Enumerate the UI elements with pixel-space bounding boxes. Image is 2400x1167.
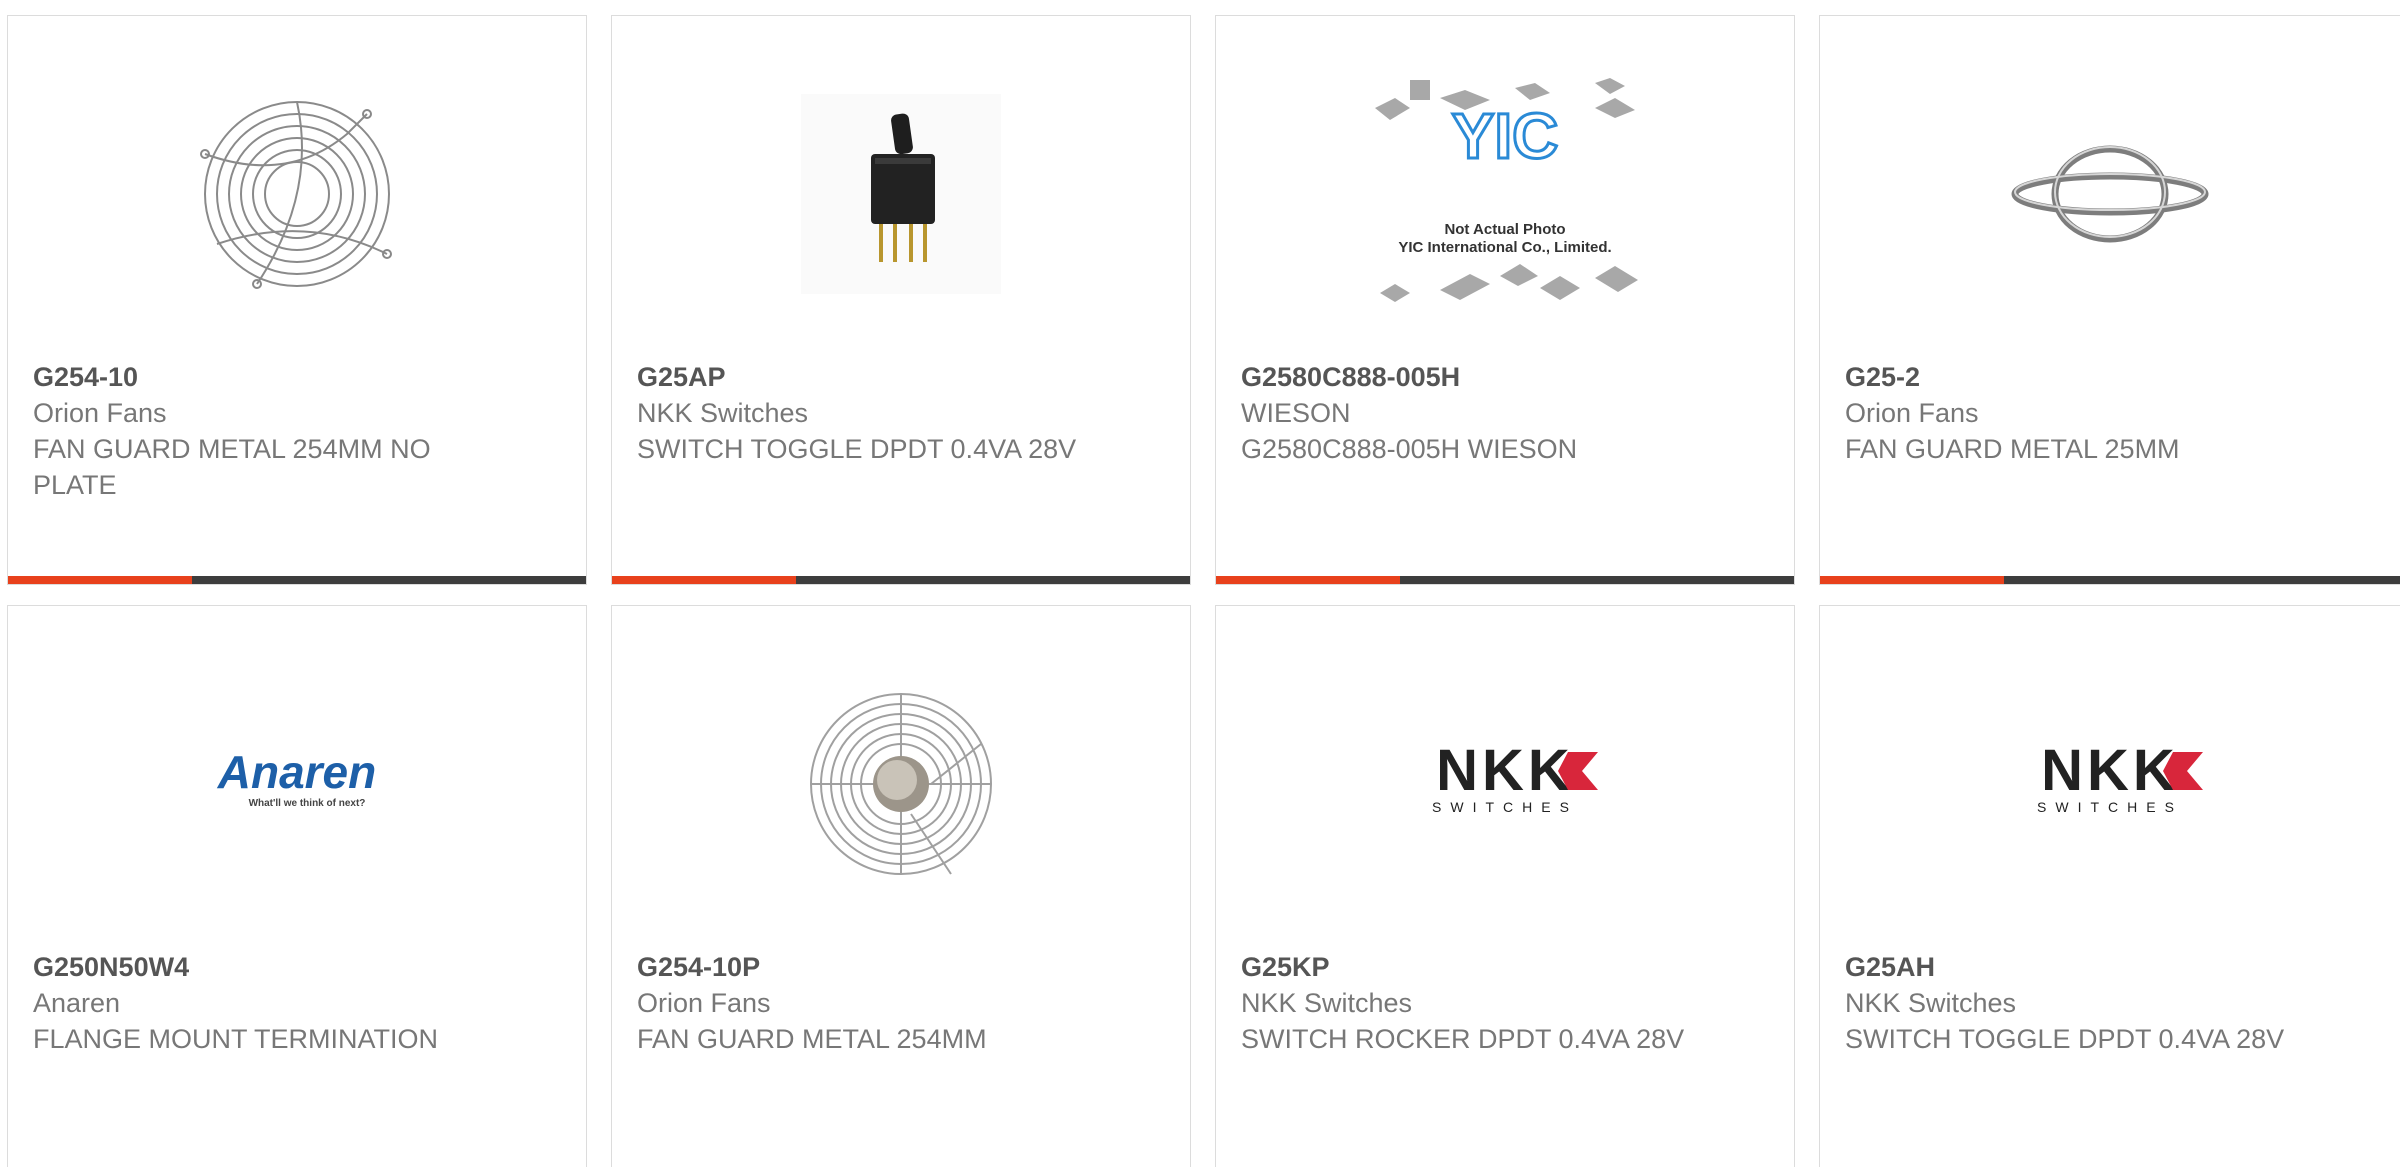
product-card[interactable]: G25-2 Orion Fans FAN GUARD METAL 25MM	[1819, 15, 2400, 585]
manufacturer-name: NKK Switches	[1241, 988, 1413, 1018]
manufacturer-name: Orion Fans	[637, 988, 771, 1018]
svg-text:Not Actual Photo: Not Actual Photo	[1444, 221, 1565, 238]
product-image[interactable]	[612, 668, 1190, 900]
product-description: FAN GUARD METAL 254MM NO PLATE	[33, 434, 431, 500]
fan-guard-ring-image	[2011, 145, 2209, 243]
card-accent-bar	[612, 576, 1190, 584]
svg-text:SWITCHES: SWITCHES	[1432, 799, 1578, 815]
manufacturer-name: Orion Fans	[33, 398, 167, 428]
product-description: FLANGE MOUNT TERMINATION	[33, 1024, 439, 1054]
product-description: FAN GUARD METAL 25MM	[1845, 434, 2180, 464]
card-accent-segment	[1820, 576, 2004, 584]
part-number[interactable]: G25AH	[1845, 949, 2380, 985]
nkk-logo-image: NKK SWITCHES	[2037, 744, 2203, 815]
svg-text:NKK: NKK	[1436, 744, 1574, 803]
manufacturer-name: NKK Switches	[1845, 988, 2017, 1018]
part-number[interactable]: G254-10P	[637, 949, 1170, 985]
part-number[interactable]: G2580C888-005H	[1241, 359, 1774, 395]
product-image[interactable]	[1820, 78, 2400, 310]
product-card[interactable]: G254-10 Orion Fans FAN GUARD METAL 254MM…	[7, 15, 587, 585]
yic-placeholder-image: YIC Not Actual Photo YIC International C…	[1375, 78, 1638, 302]
svg-text:What'll we think of next?: What'll we think of next?	[249, 798, 366, 809]
part-number[interactable]: G254-10	[33, 359, 566, 395]
product-card[interactable]: Anaren What'll we think of next? G250N50…	[7, 605, 587, 1167]
product-image[interactable]: NKK SWITCHES	[1216, 668, 1794, 900]
product-image[interactable]: Anaren What'll we think of next?	[8, 668, 586, 900]
manufacturer-name: Orion Fans	[1845, 398, 1979, 428]
nkk-logo-image: NKK SWITCHES	[1432, 744, 1598, 815]
card-accent-bar	[1216, 576, 1794, 584]
product-card[interactable]: NKK SWITCHES G25KP NKK Switches SWITCH R…	[1215, 605, 1795, 1167]
product-description: SWITCH TOGGLE DPDT 0.4VA 28V	[637, 434, 1077, 464]
part-number[interactable]: G25AP	[637, 359, 1170, 395]
card-accent-segment	[612, 576, 796, 584]
svg-text:Anaren: Anaren	[217, 746, 376, 798]
fan-guard-plate-image	[810, 693, 992, 875]
svg-text:SWITCHES: SWITCHES	[2037, 799, 2183, 815]
product-image[interactable]	[612, 78, 1190, 310]
product-grid: G254-10 Orion Fans FAN GUARD METAL 254MM…	[0, 0, 2400, 1167]
product-card[interactable]: G254-10P Orion Fans FAN GUARD METAL 254M…	[611, 605, 1191, 1167]
part-number[interactable]: G25KP	[1241, 949, 1774, 985]
product-image[interactable]: NKK SWITCHES	[1820, 668, 2400, 900]
manufacturer-name: Anaren	[33, 988, 121, 1018]
product-description: FAN GUARD METAL 254MM	[637, 1024, 987, 1054]
card-accent-bar	[8, 576, 586, 584]
product-card[interactable]: G25AP NKK Switches SWITCH TOGGLE DPDT 0.…	[611, 15, 1191, 585]
svg-text:YIC International Co., Limited: YIC International Co., Limited.	[1398, 239, 1611, 256]
part-number[interactable]: G250N50W4	[33, 949, 566, 985]
toggle-switch-image	[801, 94, 1001, 294]
product-image[interactable]: YIC Not Actual Photo YIC International C…	[1216, 78, 1794, 310]
svg-text:NKK: NKK	[2041, 744, 2179, 803]
svg-text:YIC: YIC	[1452, 100, 1559, 172]
product-description: SWITCH TOGGLE DPDT 0.4VA 28V	[1845, 1024, 2285, 1054]
fan-guard-spiral-image	[200, 101, 392, 289]
product-card[interactable]: NKK SWITCHES G25AH NKK Switches SWITCH T…	[1819, 605, 2400, 1167]
product-card[interactable]: YIC Not Actual Photo YIC International C…	[1215, 15, 1795, 585]
manufacturer-name: NKK Switches	[637, 398, 809, 428]
manufacturer-name: WIESON	[1241, 398, 1351, 428]
product-image[interactable]	[8, 78, 586, 310]
product-description: SWITCH ROCKER DPDT 0.4VA 28V	[1241, 1024, 1685, 1054]
card-accent-segment	[8, 576, 192, 584]
product-description: G2580C888-005H WIESON	[1241, 434, 1578, 464]
card-accent-bar	[1820, 576, 2400, 584]
part-number[interactable]: G25-2	[1845, 359, 2380, 395]
card-accent-segment	[1216, 576, 1400, 584]
anaren-logo-image: Anaren What'll we think of next?	[217, 746, 376, 809]
